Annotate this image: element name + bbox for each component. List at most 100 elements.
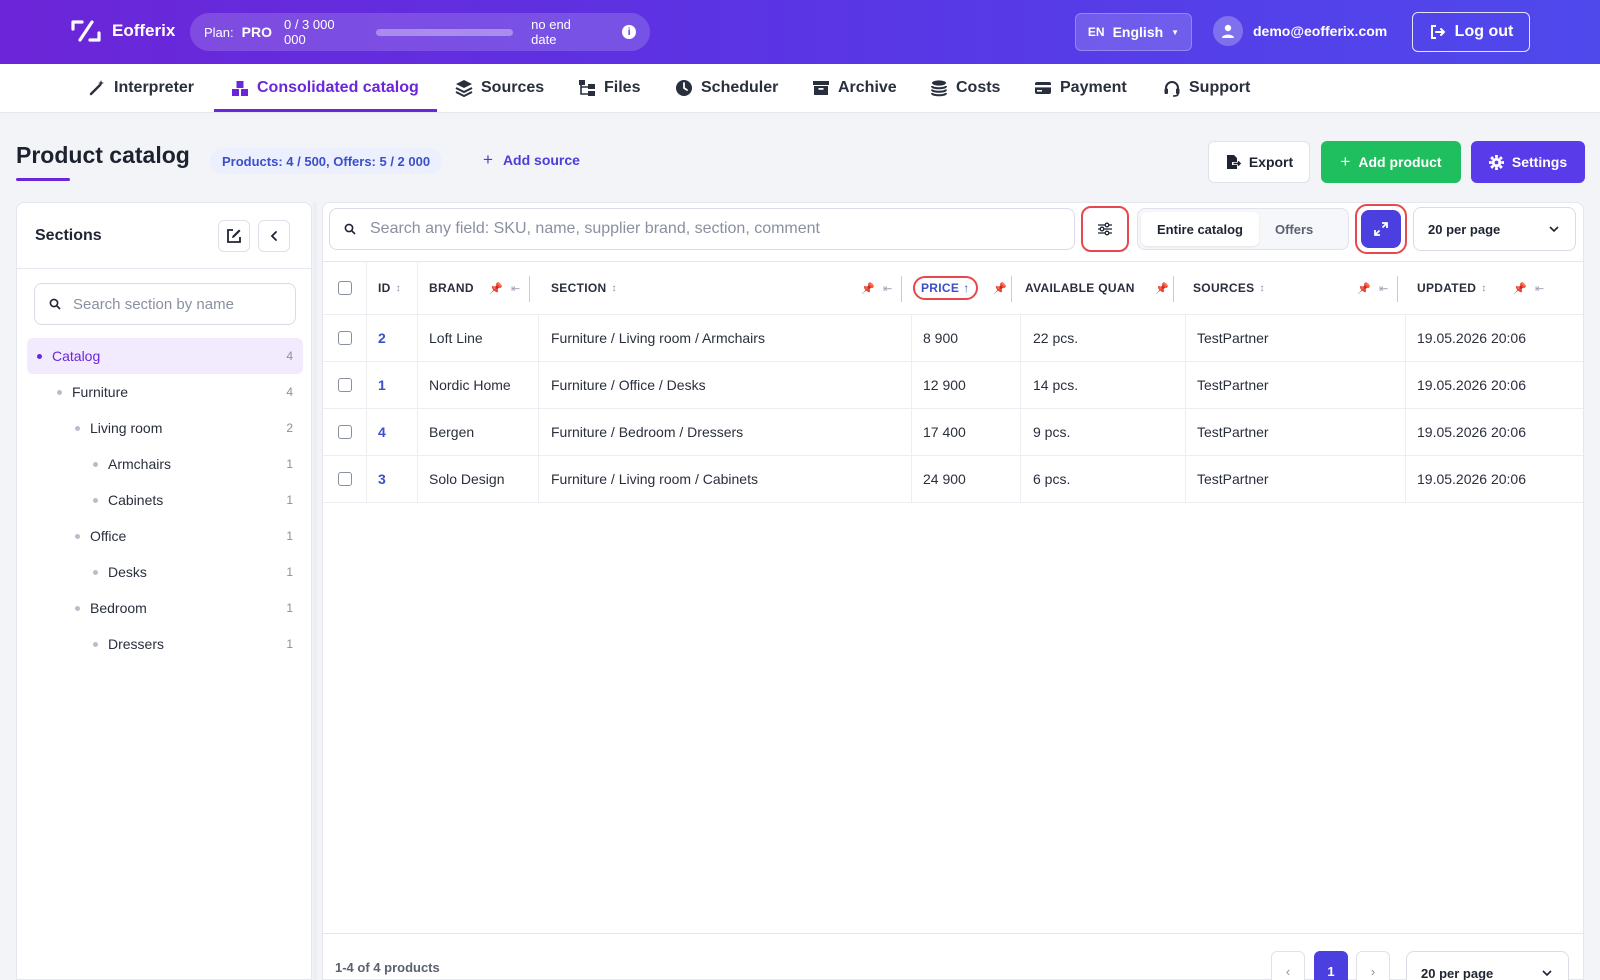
- column-divider: [1405, 315, 1406, 361]
- tree-item-dressers[interactable]: Dressers 1: [27, 626, 303, 662]
- user-menu[interactable]: demo@eofferix.com: [1213, 16, 1387, 46]
- column-divider: [1020, 409, 1021, 455]
- cell-sources: TestPartner: [1197, 377, 1269, 393]
- next-page-button[interactable]: ›: [1356, 951, 1390, 980]
- table-row[interactable]: 3 Solo Design Furniture / Living room / …: [323, 456, 1583, 503]
- scope-entire-catalog[interactable]: Entire catalog: [1141, 212, 1259, 246]
- column-divider: [417, 456, 418, 502]
- brand-logo[interactable]: Eofferix: [70, 18, 175, 44]
- chevron-left-icon: [270, 231, 277, 241]
- pin-icon[interactable]: 📌: [1513, 282, 1527, 295]
- row-checkbox[interactable]: [338, 315, 352, 361]
- nav-support[interactable]: Support: [1163, 64, 1250, 112]
- section-search-input[interactable]: Search section by name: [34, 283, 296, 325]
- column-resize-handle[interactable]: [1173, 276, 1174, 302]
- row-checkbox[interactable]: [338, 456, 352, 502]
- settings-button[interactable]: Settings: [1471, 141, 1585, 183]
- export-icon: [1226, 155, 1241, 169]
- cell-brand: Loft Line: [429, 330, 483, 346]
- nav-scheduler[interactable]: Scheduler: [675, 64, 778, 112]
- tree-item-furniture[interactable]: Furniture 4: [27, 374, 303, 410]
- column-resize-handle[interactable]: [1011, 276, 1012, 302]
- tree-item-bedroom[interactable]: Bedroom 1: [27, 590, 303, 626]
- collapse-column-icon[interactable]: ⇤: [511, 282, 520, 295]
- nav-payment[interactable]: Payment: [1034, 64, 1127, 112]
- export-button[interactable]: Export: [1208, 141, 1310, 183]
- edit-sections-button[interactable]: [218, 220, 250, 252]
- table-row[interactable]: 4 Bergen Furniture / Bedroom / Dressers …: [323, 409, 1583, 456]
- chevron-down-icon: [1549, 226, 1559, 233]
- product-id-link[interactable]: 4: [378, 424, 386, 440]
- product-id-link[interactable]: 2: [378, 330, 386, 346]
- collapse-column-icon[interactable]: ⇤: [1535, 282, 1544, 295]
- column-header-price[interactable]: PRICE ↑: [913, 262, 978, 314]
- sort-icon: ↕: [1259, 282, 1265, 294]
- prev-page-button[interactable]: ‹: [1271, 951, 1305, 980]
- sort-icon: ↕: [611, 282, 617, 294]
- sort-ascending-icon: ↑: [963, 281, 970, 295]
- row-checkbox[interactable]: [338, 362, 352, 408]
- tree-item-desks[interactable]: Desks 1: [27, 554, 303, 590]
- cell-updated: 19.05.2026 20:06: [1417, 471, 1526, 487]
- clock-icon: [676, 80, 692, 96]
- nav-sources[interactable]: Sources: [455, 64, 544, 112]
- filter-button[interactable]: [1081, 206, 1129, 252]
- checkbox-box: [338, 378, 352, 392]
- add-source-link[interactable]: + Add source: [483, 150, 580, 170]
- column-header-section[interactable]: SECTION ↕: [551, 262, 617, 314]
- sidebar-resize-handle[interactable]: [313, 202, 317, 980]
- expand-icon: [1374, 222, 1388, 236]
- per-page-select-bottom[interactable]: 20 per page: [1406, 951, 1569, 980]
- column-header-updated[interactable]: UPDATED ↕: [1417, 262, 1487, 314]
- tree-item-catalog[interactable]: Catalog 4: [27, 338, 303, 374]
- tree-item-living-room[interactable]: Living room 2: [27, 410, 303, 446]
- select-all-checkbox[interactable]: [338, 262, 352, 314]
- nav-consolidated-catalog[interactable]: Consolidated catalog: [214, 64, 437, 112]
- cell-quantity: 14 pcs.: [1033, 377, 1079, 393]
- collapse-sidebar-button[interactable]: [258, 220, 290, 252]
- row-checkbox[interactable]: [338, 409, 352, 455]
- pin-icon[interactable]: 📌: [993, 282, 1007, 295]
- language-selector[interactable]: EN English ▼: [1075, 13, 1192, 51]
- column-resize-handle[interactable]: [1397, 276, 1398, 302]
- catalog-search-input[interactable]: Search any field: SKU, name, supplier br…: [329, 208, 1075, 250]
- table-row[interactable]: 2 Loft Line Furniture / Living room / Ar…: [323, 315, 1583, 362]
- column-header-available-quantity[interactable]: AVAILABLE QUAN: [1025, 262, 1147, 314]
- cell-brand: Bergen: [429, 424, 475, 440]
- nav-interpreter[interactable]: Interpreter: [88, 64, 194, 112]
- nav-archive[interactable]: Archive: [812, 64, 897, 112]
- collapse-column-icon[interactable]: ⇤: [883, 282, 892, 295]
- info-icon[interactable]: i: [622, 25, 636, 39]
- scope-offers[interactable]: Offers: [1259, 212, 1329, 246]
- product-id-link[interactable]: 1: [378, 377, 386, 393]
- sidebar-title: Sections: [35, 227, 102, 244]
- pin-icon[interactable]: 📌: [1155, 282, 1169, 295]
- nav-files[interactable]: Files: [578, 64, 640, 112]
- column-divider: [538, 409, 539, 455]
- cell-quantity: 9 pcs.: [1033, 424, 1071, 440]
- pin-icon[interactable]: 📌: [489, 282, 503, 295]
- column-header-sources[interactable]: SOURCES ↕: [1193, 262, 1265, 314]
- tree-item-armchairs[interactable]: Armchairs 1: [27, 446, 303, 482]
- column-resize-handle[interactable]: [529, 276, 530, 302]
- logout-button[interactable]: Log out: [1412, 12, 1530, 52]
- pin-icon[interactable]: 📌: [1357, 282, 1371, 295]
- plan-expiry: no end date: [531, 17, 571, 47]
- expand-button[interactable]: [1361, 210, 1401, 248]
- column-resize-handle[interactable]: [901, 276, 902, 302]
- nav-costs[interactable]: Costs: [930, 64, 1000, 112]
- per-page-select[interactable]: 20 per page: [1413, 207, 1576, 251]
- pin-icon[interactable]: 📌: [861, 282, 875, 295]
- title-underline: [16, 178, 70, 181]
- column-header-id[interactable]: ID ↕: [378, 262, 401, 314]
- tree-item-office[interactable]: Office 1: [27, 518, 303, 554]
- table-row[interactable]: 1 Nordic Home Furniture / Office / Desks…: [323, 362, 1583, 409]
- tree-item-cabinets[interactable]: Cabinets 1: [27, 482, 303, 518]
- cell-sources: TestPartner: [1197, 330, 1269, 346]
- product-id-link[interactable]: 3: [378, 471, 386, 487]
- collapse-column-icon[interactable]: ⇤: [1379, 282, 1388, 295]
- column-divider: [1405, 456, 1406, 502]
- add-product-button[interactable]: + Add product: [1321, 141, 1461, 183]
- column-header-brand[interactable]: BRAND: [429, 262, 474, 314]
- page-1-button[interactable]: 1: [1314, 951, 1348, 980]
